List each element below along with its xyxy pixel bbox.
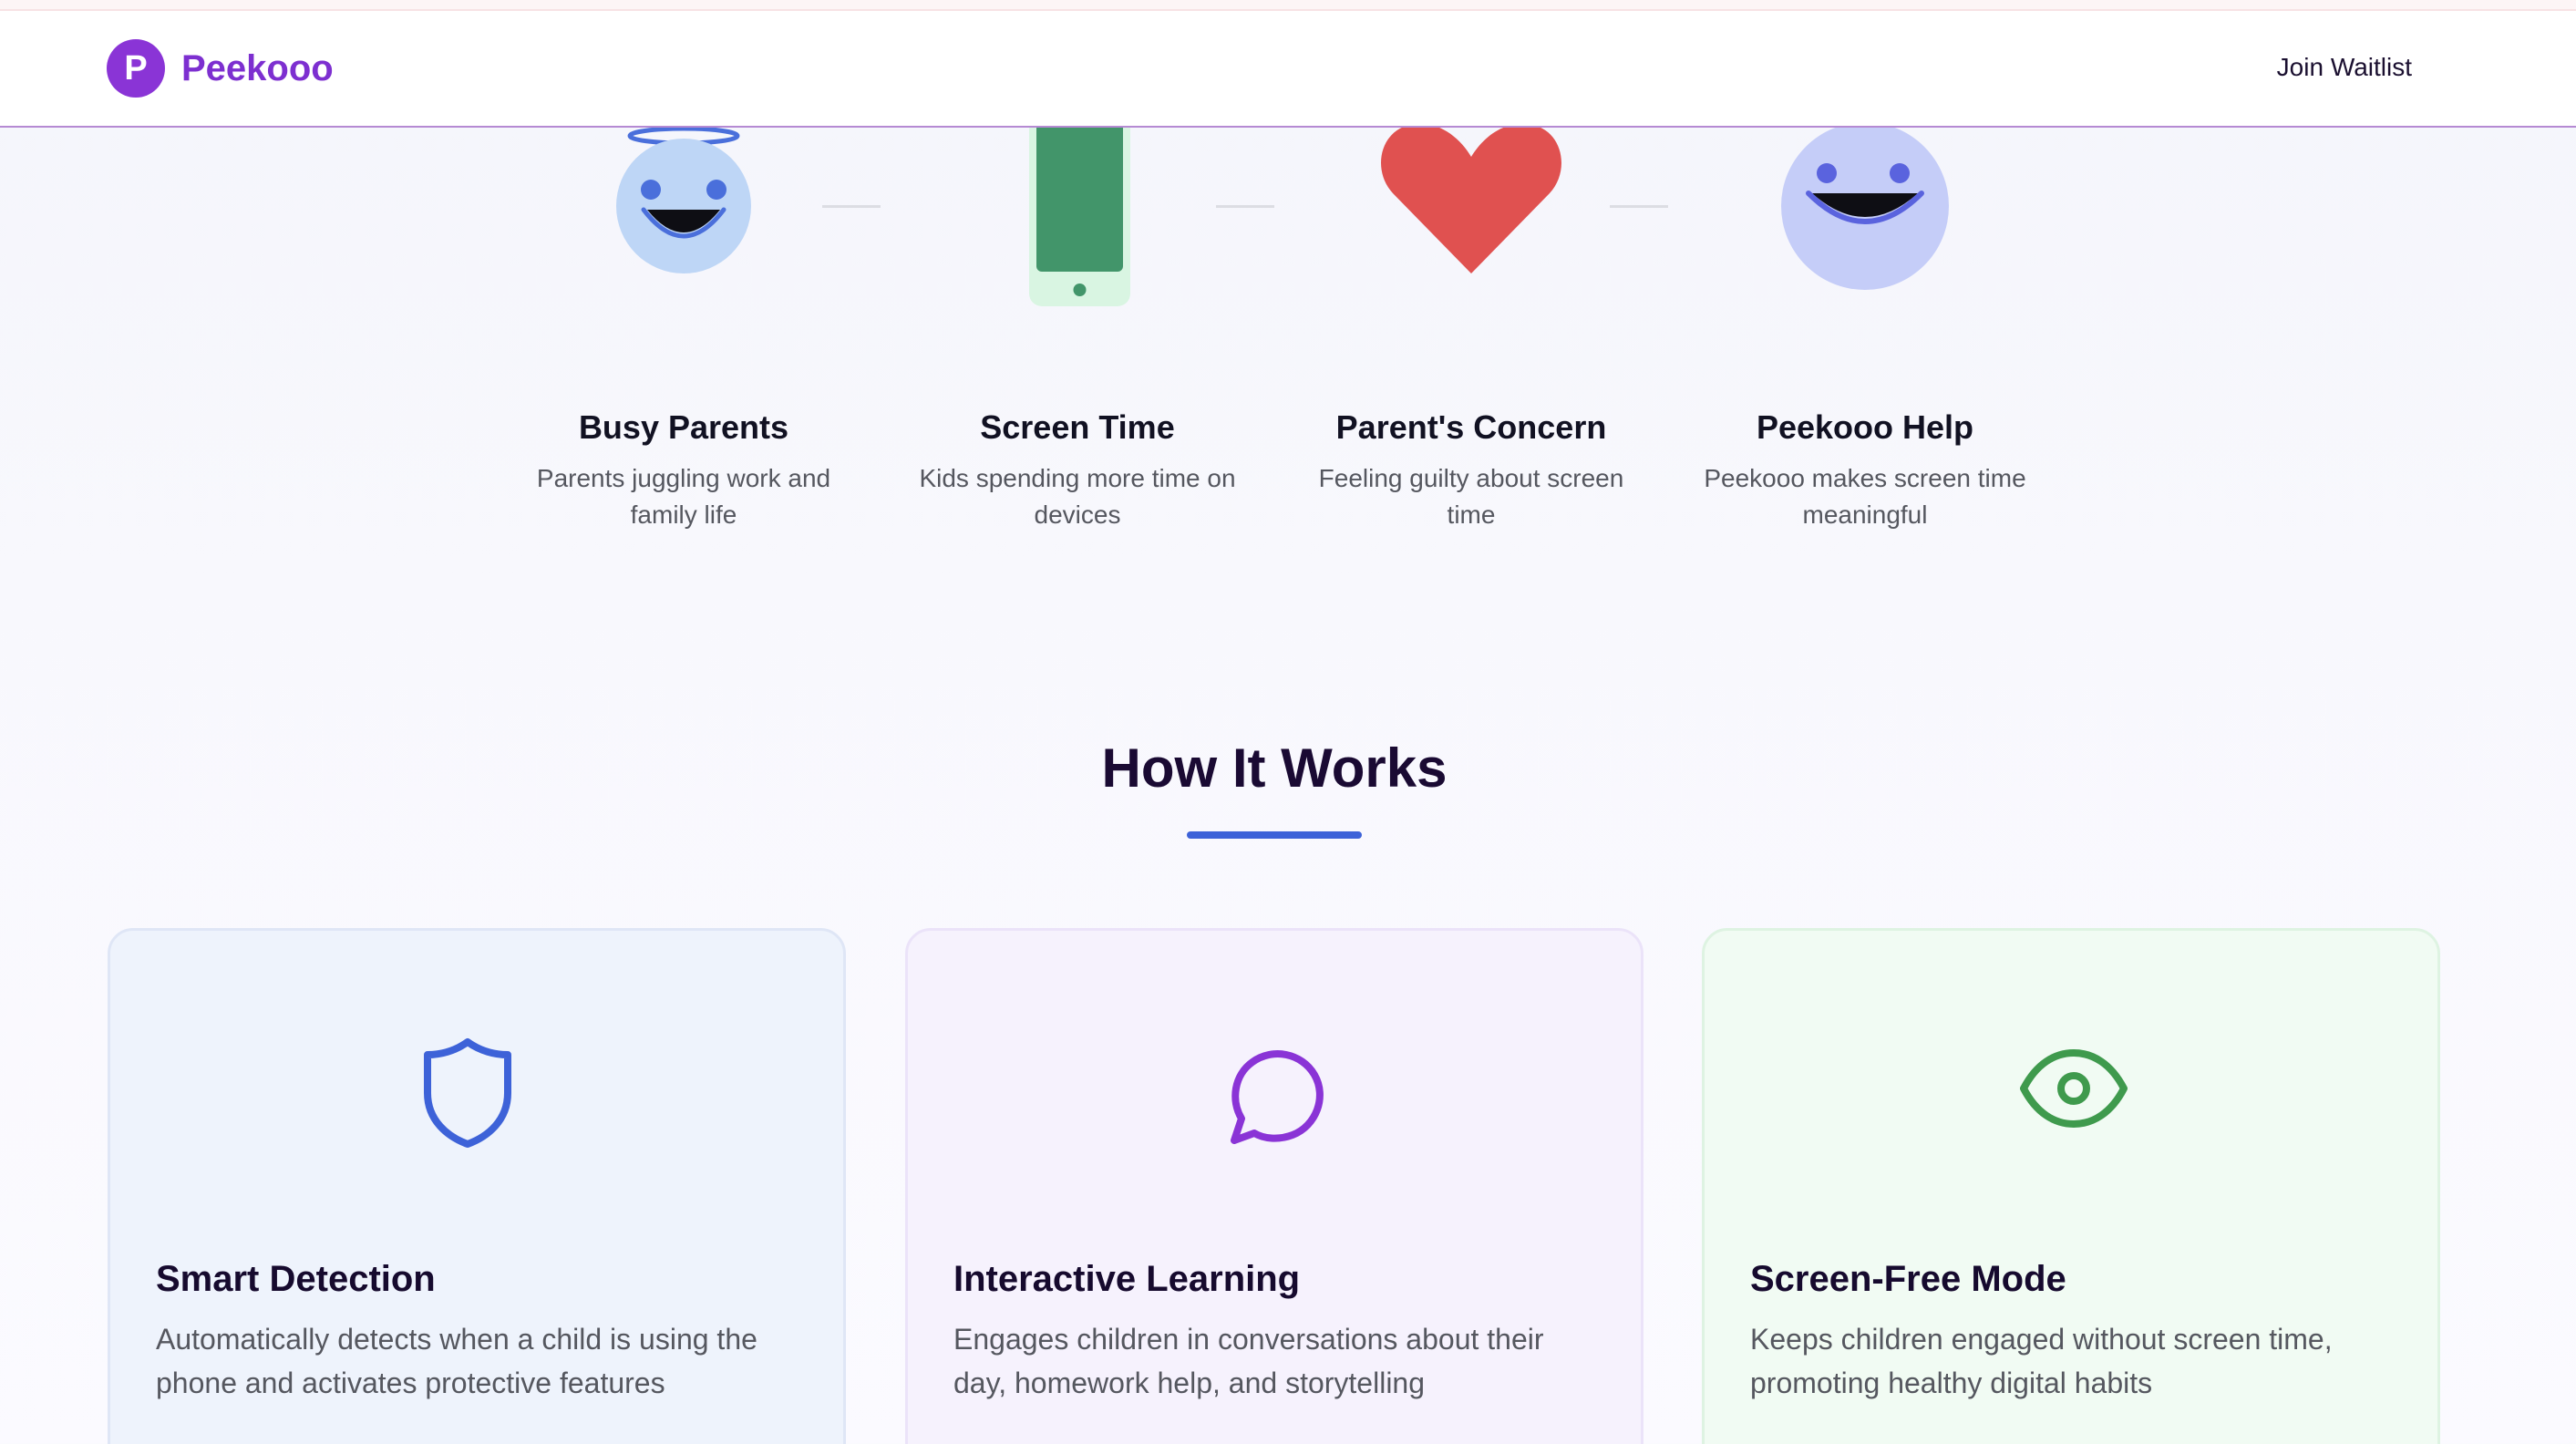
navbar: P Peekooo Join Waitlist — [0, 11, 2576, 128]
brand-logo-letter: P — [124, 49, 148, 88]
feature-card-interactive-learning: Interactive Learning Engages children in… — [905, 928, 1643, 1444]
step-title: Screen Time — [980, 408, 1175, 446]
card-title: Interactive Learning — [953, 1259, 1301, 1299]
mobile-phone-icon — [1029, 109, 1130, 306]
shield-icon — [424, 1038, 511, 1148]
feature-card-screen-free-mode: Screen-Free Mode Keeps children engaged … — [1702, 928, 2440, 1444]
step-description: Kids spending more time on devices — [919, 464, 1236, 529]
step-description: Parents juggling work and family life — [536, 464, 831, 529]
step-connector — [822, 205, 881, 208]
title-underline — [1187, 831, 1362, 839]
card-description: Keeps children engaged without screen ti… — [1750, 1323, 2333, 1399]
step-title: Parent's Concern — [1335, 408, 1607, 446]
brand-name: Peekooo — [181, 47, 334, 88]
top-strip — [0, 0, 2576, 11]
eye-icon — [2020, 1049, 2128, 1128]
join-waitlist-link[interactable]: Join Waitlist — [2277, 53, 2412, 82]
card-title: Smart Detection — [156, 1259, 436, 1299]
step-title: Busy Parents — [578, 408, 789, 446]
brand[interactable]: P Peekooo — [107, 39, 334, 98]
brand-logo: P — [107, 39, 165, 98]
card-description: Automatically detects when a child is us… — [156, 1323, 757, 1399]
section-title: How It Works — [1101, 737, 1448, 799]
feature-card-smart-detection: Smart Detection Automatically detects wh… — [108, 928, 846, 1444]
smiling-face-with-halo-icon — [616, 126, 751, 273]
step-description: Feeling guilty about screen time — [1318, 464, 1624, 529]
step-connector — [1216, 205, 1274, 208]
step-description: Peekooo makes screen time meaningful — [1704, 464, 2026, 529]
card-title: Screen-Free Mode — [1750, 1259, 2066, 1299]
card-description: Engages children in conversations about … — [953, 1323, 1544, 1399]
step-connector — [1610, 205, 1668, 208]
chat-bubble-icon — [1231, 1050, 1324, 1144]
grinning-face-icon — [1781, 122, 1949, 290]
step-title: Peekooo Help — [1756, 408, 1974, 446]
